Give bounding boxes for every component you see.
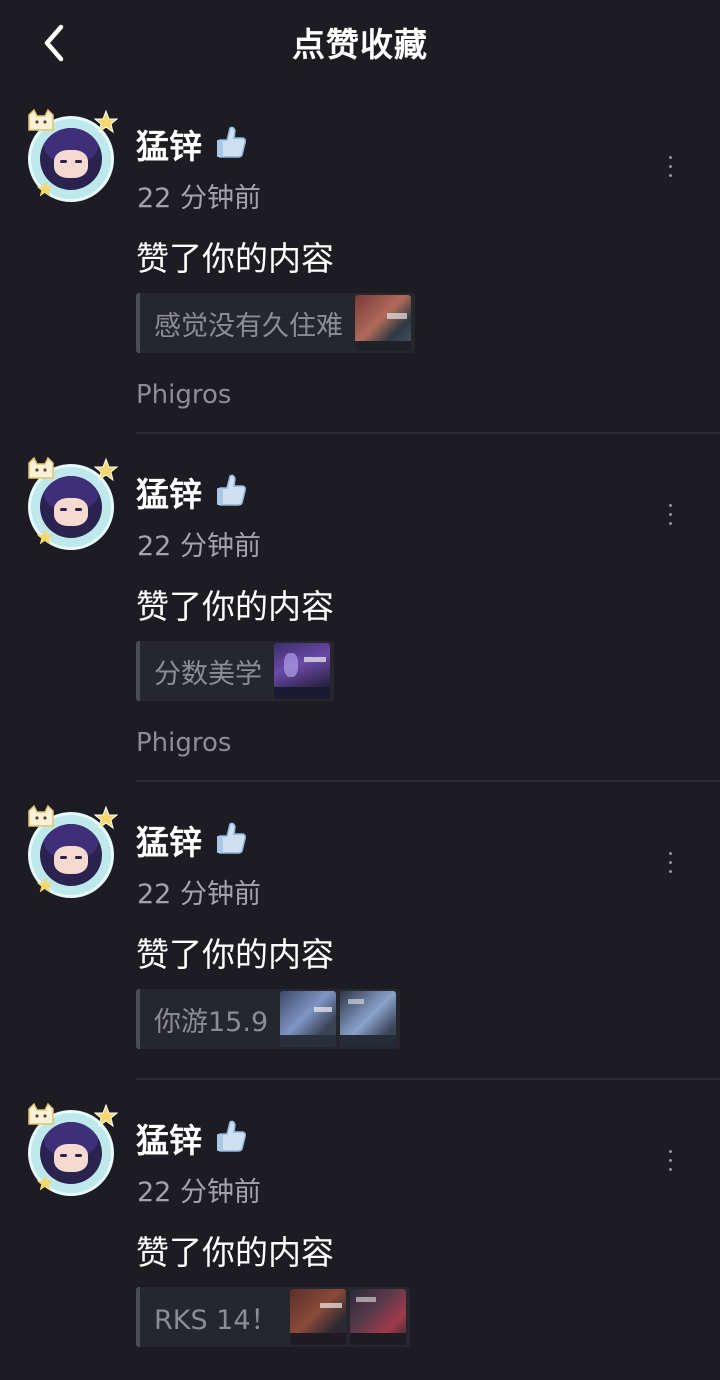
avatar[interactable]: [22, 804, 120, 904]
star-decoration-icon: [94, 1104, 118, 1128]
more-vertical-icon: [668, 503, 672, 525]
notification-item: 猛锌 22 分钟前 赞了你的内容 感觉没有久住难 Phigros: [0, 86, 720, 434]
post-thumbnail: [349, 1289, 406, 1345]
more-options-button[interactable]: [658, 502, 682, 526]
quoted-post-text: 感觉没有久住难: [154, 310, 343, 342]
cat-decoration-icon: [28, 456, 54, 479]
post-thumbnail: [340, 991, 397, 1047]
action-text: 赞了你的内容: [136, 935, 334, 974]
more-vertical-icon: [668, 851, 672, 873]
username[interactable]: 猛锌: [136, 468, 202, 516]
timestamp: 22 分钟前: [137, 531, 261, 562]
username[interactable]: 猛锌: [136, 120, 202, 168]
quoted-post[interactable]: 你游15.9: [136, 989, 401, 1049]
cat-decoration-icon: [28, 1102, 54, 1125]
thumbs-up-badge-icon: [217, 126, 246, 158]
star-decoration-icon: [36, 876, 54, 893]
star-decoration-icon: [94, 110, 118, 134]
channel-label[interactable]: Phigros: [136, 380, 231, 410]
thumbs-up-badge-icon: [217, 474, 246, 506]
star-decoration-icon: [94, 458, 118, 482]
notification-item: 猛锌 22 分钟前 赞了你的内容 分数美学 Phigros: [0, 434, 720, 782]
star-decoration-icon: [36, 1174, 54, 1191]
username[interactable]: 猛锌: [136, 1114, 202, 1162]
star-decoration-icon: [36, 528, 54, 545]
notification-list: 猛锌 22 分钟前 赞了你的内容 感觉没有久住难 Phigros 猛锌 22 分…: [0, 86, 720, 1380]
username[interactable]: 猛锌: [136, 816, 202, 864]
action-text: 赞了你的内容: [136, 1233, 334, 1272]
more-options-button[interactable]: [658, 1148, 682, 1172]
more-options-button[interactable]: [658, 154, 682, 178]
quoted-post-text: 分数美学: [154, 658, 262, 690]
post-thumbnail: [355, 295, 411, 351]
quoted-post-text: 你游15.9: [154, 1006, 269, 1038]
timestamp: 22 分钟前: [137, 183, 261, 214]
more-options-button[interactable]: [658, 850, 682, 874]
thumbs-up-badge-icon: [217, 822, 246, 854]
quoted-post[interactable]: 分数美学: [136, 641, 334, 701]
quoted-post-text: RKS 14！: [154, 1304, 278, 1336]
timestamp: 22 分钟前: [137, 1177, 261, 1208]
cat-decoration-icon: [28, 108, 54, 131]
star-decoration-icon: [36, 180, 54, 197]
quoted-post[interactable]: 感觉没有久住难: [136, 293, 415, 353]
cat-decoration-icon: [28, 804, 54, 827]
quoted-post[interactable]: RKS 14！: [136, 1287, 410, 1347]
star-decoration-icon: [94, 806, 118, 830]
thumbs-up-badge-icon: [217, 1120, 246, 1152]
more-vertical-icon: [668, 155, 672, 177]
post-thumbnail: [280, 991, 337, 1047]
post-thumbnail: [274, 643, 330, 699]
avatar[interactable]: [22, 108, 120, 208]
notification-item: 猛锌 22 分钟前 赞了你的内容 RKS 14！: [0, 1080, 720, 1380]
post-thumbnail: [289, 1289, 346, 1345]
action-text: 赞了你的内容: [136, 239, 334, 278]
timestamp: 22 分钟前: [137, 879, 261, 910]
avatar[interactable]: [22, 1102, 120, 1202]
action-text: 赞了你的内容: [136, 587, 334, 626]
header: 点赞收藏: [0, 0, 720, 86]
more-vertical-icon: [668, 1149, 672, 1171]
channel-label[interactable]: Phigros: [136, 728, 231, 758]
avatar[interactable]: [22, 456, 120, 556]
page-title: 点赞收藏: [292, 25, 428, 64]
notification-item: 猛锌 22 分钟前 赞了你的内容 你游15.9: [0, 782, 720, 1080]
